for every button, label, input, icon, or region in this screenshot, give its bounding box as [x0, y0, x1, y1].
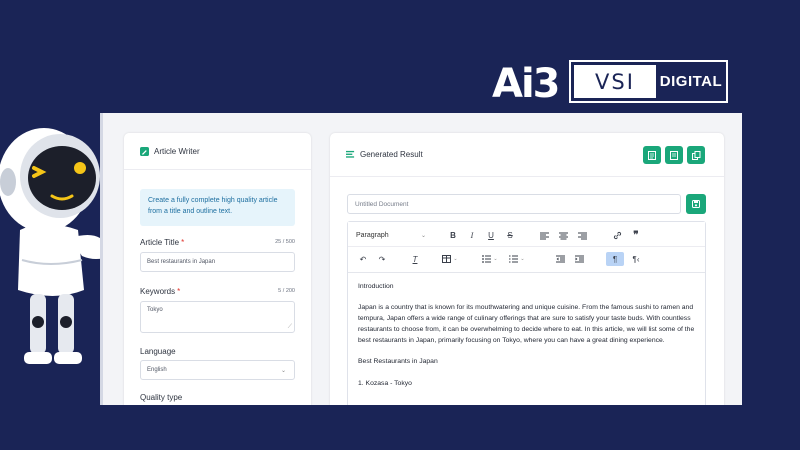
align-right-icon[interactable] — [575, 229, 589, 243]
save-icon — [692, 200, 700, 208]
download-pdf-button[interactable] — [665, 146, 683, 164]
resize-handle-icon[interactable]: ⟋ — [288, 324, 292, 331]
align-left-icon[interactable] — [537, 229, 551, 243]
save-button[interactable] — [686, 194, 706, 214]
toolbar-row-2: ↶ ↷ T ⌄ ⌄ ⌄ ¶ ¶‹ — [348, 248, 705, 270]
keywords-label: Keywords * — [140, 287, 181, 296]
article-writer-header: Article Writer — [124, 133, 311, 170]
strikethrough-icon[interactable]: S — [503, 229, 517, 243]
content-paragraph: Japan is a country that is known for its… — [358, 304, 695, 344]
bullet-list-icon[interactable]: ⌄ — [479, 252, 501, 266]
required-marker: * — [181, 238, 185, 247]
link-icon[interactable] — [610, 229, 624, 243]
article-writer-panel: Article Writer Create a fully complete h… — [124, 133, 311, 405]
rich-text-editor: Paragraph ⌄ B I U S ❞ ↶ ↷ T ⌄ ⌄ ⌄ ¶ ¶‹ I… — [347, 221, 706, 405]
content-heading-introduction: Introduction — [358, 283, 394, 290]
panel-title: Article Writer — [154, 146, 200, 156]
keywords-counter: 5 / 200 — [278, 288, 295, 294]
panel-title: Generated Result — [360, 150, 423, 159]
redo-icon[interactable]: ↷ — [375, 252, 389, 266]
article-title-label: Article Title * — [140, 238, 185, 247]
keywords-textarea[interactable]: Tokyo ⟋ — [140, 301, 295, 333]
ai3-logo: Ai3 — [492, 61, 560, 107]
quality-type-label: Quality type — [140, 393, 183, 402]
vsi-digital-logo: VSI DIGITAL — [569, 60, 728, 103]
italic-icon[interactable]: I — [465, 229, 479, 243]
chevron-down-icon: ⌄ — [420, 233, 426, 239]
align-center-icon[interactable] — [556, 229, 570, 243]
article-title-counter: 25 / 500 — [275, 239, 295, 245]
file-icon — [670, 150, 678, 160]
required-marker: * — [177, 287, 181, 296]
outdent-icon[interactable] — [553, 252, 567, 266]
bold-icon[interactable]: B — [446, 229, 460, 243]
language-select[interactable]: English ⌄ — [140, 360, 295, 380]
editor-content[interactable]: Introduction Japan is a country that is … — [348, 273, 705, 405]
undo-icon[interactable]: ↶ — [356, 252, 370, 266]
language-label: Language — [140, 347, 176, 356]
info-message: Create a fully complete high quality art… — [140, 189, 295, 226]
document-icon — [648, 150, 656, 160]
paragraph-style-select[interactable]: Paragraph ⌄ — [356, 229, 428, 243]
digital-logo-text: DIGITAL — [659, 73, 723, 90]
underline-icon[interactable]: U — [484, 229, 498, 243]
toolbar-row-1: Paragraph ⌄ B I U S ❞ — [348, 225, 705, 247]
edit-icon — [140, 146, 149, 156]
app-window: Article Writer Create a fully complete h… — [100, 113, 742, 405]
copy-button[interactable] — [687, 146, 705, 164]
content-heading-best-restaurants: Best Restaurants in Japan — [358, 358, 438, 365]
clear-formatting-icon[interactable]: T — [408, 252, 422, 266]
document-title-input[interactable]: Untitled Document — [347, 194, 681, 214]
article-title-input[interactable]: Best restaurants in Japan — [140, 252, 295, 272]
generated-result-panel: Generated Result Untitled Document Parag… — [330, 133, 724, 405]
editor-toolbar: Paragraph ⌄ B I U S ❞ ↶ ↷ T ⌄ ⌄ ⌄ ¶ ¶‹ — [348, 222, 705, 273]
table-icon[interactable]: ⌄ — [439, 252, 461, 266]
download-word-button[interactable] — [643, 146, 661, 164]
vsi-logo-text: VSI — [574, 65, 656, 98]
chevron-down-icon: ⌄ — [280, 367, 286, 374]
indent-icon[interactable] — [572, 252, 586, 266]
numbered-list-icon[interactable]: ⌄ — [506, 252, 528, 266]
content-list-item: 1. Kozasa - Tokyo — [358, 380, 412, 387]
rtl-direction-icon[interactable]: ¶‹ — [628, 252, 644, 266]
copy-icon — [691, 150, 700, 160]
ltr-direction-icon[interactable]: ¶ — [606, 252, 624, 266]
text-lines-icon — [346, 150, 355, 158]
blockquote-icon[interactable]: ❞ — [629, 229, 643, 243]
